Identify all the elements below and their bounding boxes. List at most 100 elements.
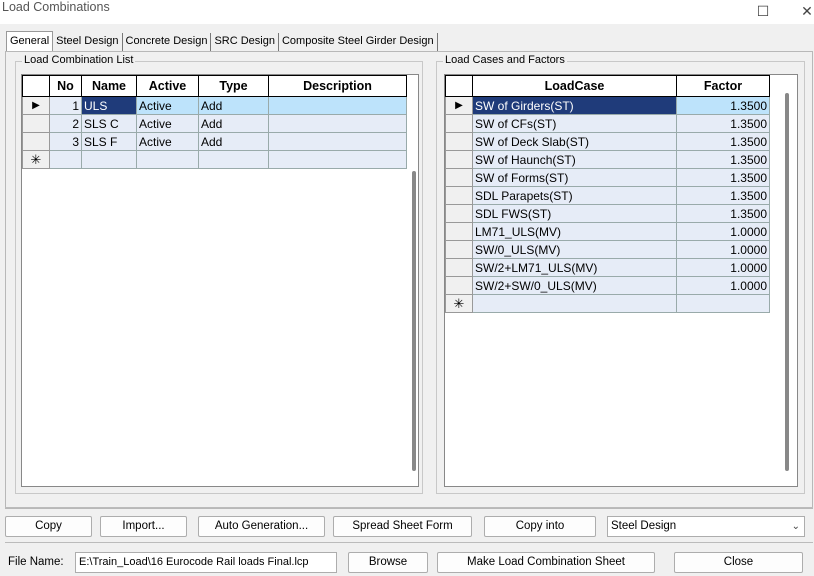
tab-composite-steel-girder-design[interactable]: Composite Steel Girder Design: [279, 33, 438, 51]
combo-active[interactable]: Active: [136, 132, 199, 151]
combo-grid-scrollbar[interactable]: [412, 171, 416, 471]
combo-active[interactable]: Active: [136, 96, 199, 115]
new-row-cell[interactable]: [198, 150, 269, 169]
table-row[interactable]: SW of CFs(ST) 1.3500: [445, 114, 770, 133]
table-row[interactable]: ▶ 1 ULS Active Add: [22, 96, 407, 115]
combo-no[interactable]: 1: [49, 96, 82, 115]
cases-header-loadcase[interactable]: LoadCase: [472, 75, 677, 97]
factor-cell[interactable]: 1.3500: [676, 132, 770, 151]
row-pointer-icon[interactable]: ▶: [445, 96, 473, 115]
new-row-cell[interactable]: [81, 150, 137, 169]
combo-no[interactable]: 2: [49, 114, 82, 133]
row-header[interactable]: [445, 132, 473, 151]
new-row[interactable]: ✳: [22, 150, 407, 169]
loadcase-cell[interactable]: SW of Girders(ST): [472, 96, 677, 115]
combo-header-name[interactable]: Name: [81, 75, 137, 97]
cases-header-factor[interactable]: Factor: [676, 75, 770, 97]
table-row[interactable]: SW of Deck Slab(ST) 1.3500: [445, 132, 770, 151]
loadcase-cell[interactable]: SW of Deck Slab(ST): [472, 132, 677, 151]
copy-into-button[interactable]: Copy into: [484, 516, 596, 537]
table-row[interactable]: 2 SLS C Active Add: [22, 114, 407, 133]
table-row[interactable]: LM71_ULS(MV) 1.0000: [445, 222, 770, 241]
factor-cell[interactable]: 1.3500: [676, 96, 770, 115]
factor-cell[interactable]: 1.3500: [676, 168, 770, 187]
tab-src-design[interactable]: SRC Design: [211, 33, 279, 51]
maximize-icon[interactable]: ☐: [748, 0, 778, 22]
row-header[interactable]: [445, 222, 473, 241]
combo-description[interactable]: [268, 96, 407, 115]
load-combination-grid[interactable]: No Name Active Type Description ▶ 1 ULS …: [21, 74, 419, 487]
combo-header-type[interactable]: Type: [198, 75, 269, 97]
new-row-cell[interactable]: [268, 150, 407, 169]
row-header[interactable]: [445, 114, 473, 133]
combo-active[interactable]: Active: [136, 114, 199, 133]
tab-concrete-design[interactable]: Concrete Design: [123, 33, 212, 51]
row-header[interactable]: [22, 114, 50, 133]
combo-type[interactable]: Add: [198, 132, 269, 151]
factor-cell[interactable]: 1.0000: [676, 240, 770, 259]
cases-grid-scrollbar[interactable]: [785, 93, 789, 471]
factor-cell[interactable]: 1.3500: [676, 204, 770, 223]
combo-no[interactable]: 3: [49, 132, 82, 151]
factor-cell[interactable]: 1.0000: [676, 258, 770, 277]
loadcase-cell[interactable]: LM71_ULS(MV): [472, 222, 677, 241]
table-row[interactable]: 3 SLS F Active Add: [22, 132, 407, 151]
new-row-cell[interactable]: [136, 150, 199, 169]
loadcase-cell[interactable]: SW/2+SW/0_ULS(MV): [472, 276, 677, 295]
loadcase-cell[interactable]: SDL Parapets(ST): [472, 186, 677, 205]
combo-name[interactable]: SLS F: [81, 132, 137, 151]
table-row[interactable]: ▶ SW of Girders(ST) 1.3500: [445, 96, 770, 115]
copy-into-target-select[interactable]: Steel Design ⌄: [607, 516, 805, 537]
new-row-cell[interactable]: [472, 294, 677, 313]
row-header[interactable]: [22, 132, 50, 151]
combo-type[interactable]: Add: [198, 114, 269, 133]
factor-cell[interactable]: 1.0000: [676, 276, 770, 295]
row-pointer-icon[interactable]: ▶: [22, 96, 50, 115]
copy-button[interactable]: Copy: [5, 516, 92, 537]
factor-cell[interactable]: 1.3500: [676, 114, 770, 133]
tab-steel-design[interactable]: Steel Design: [53, 33, 123, 51]
load-cases-grid[interactable]: LoadCase Factor ▶ SW of Girders(ST) 1.35…: [444, 74, 798, 487]
factor-cell[interactable]: 1.0000: [676, 222, 770, 241]
combo-description[interactable]: [268, 114, 407, 133]
loadcase-cell[interactable]: SW of Haunch(ST): [472, 150, 677, 169]
loadcase-cell[interactable]: SW/2+LM71_ULS(MV): [472, 258, 677, 277]
combo-type[interactable]: Add: [198, 96, 269, 115]
file-name-field[interactable]: E:\Train_Load\16 Eurocode Rail loads Fin…: [75, 552, 337, 573]
loadcase-cell[interactable]: SW of CFs(ST): [472, 114, 677, 133]
new-row-asterisk-icon[interactable]: ✳: [445, 294, 473, 313]
factor-cell[interactable]: 1.3500: [676, 150, 770, 169]
table-row[interactable]: SDL Parapets(ST) 1.3500: [445, 186, 770, 205]
row-header[interactable]: [445, 186, 473, 205]
table-row[interactable]: SW/0_ULS(MV) 1.0000: [445, 240, 770, 259]
new-row-cell[interactable]: [49, 150, 82, 169]
combo-header-no[interactable]: No: [49, 75, 82, 97]
factor-cell[interactable]: 1.3500: [676, 186, 770, 205]
tab-general[interactable]: General: [6, 31, 54, 51]
new-row[interactable]: ✳: [445, 294, 770, 313]
combo-name[interactable]: SLS C: [81, 114, 137, 133]
new-row-asterisk-icon[interactable]: ✳: [22, 150, 50, 169]
table-row[interactable]: SW of Forms(ST) 1.3500: [445, 168, 770, 187]
row-header[interactable]: [445, 204, 473, 223]
table-row[interactable]: SW/2+SW/0_ULS(MV) 1.0000: [445, 276, 770, 295]
combo-header-description[interactable]: Description: [268, 75, 407, 97]
chevron-down-icon[interactable]: ⌄: [792, 517, 800, 536]
browse-button[interactable]: Browse: [348, 552, 428, 573]
auto-generation-button[interactable]: Auto Generation...: [198, 516, 325, 537]
loadcase-cell[interactable]: SDL FWS(ST): [472, 204, 677, 223]
new-row-cell[interactable]: [676, 294, 770, 313]
table-row[interactable]: SDL FWS(ST) 1.3500: [445, 204, 770, 223]
row-header[interactable]: [445, 240, 473, 259]
import-button[interactable]: Import...: [100, 516, 187, 537]
table-row[interactable]: SW/2+LM71_ULS(MV) 1.0000: [445, 258, 770, 277]
row-header[interactable]: [445, 276, 473, 295]
spread-sheet-form-button[interactable]: Spread Sheet Form: [333, 516, 472, 537]
loadcase-cell[interactable]: SW/0_ULS(MV): [472, 240, 677, 259]
row-header[interactable]: [445, 168, 473, 187]
combo-name[interactable]: ULS: [81, 96, 137, 115]
close-window-icon[interactable]: ✕: [792, 0, 814, 22]
table-row[interactable]: SW of Haunch(ST) 1.3500: [445, 150, 770, 169]
combo-description[interactable]: [268, 132, 407, 151]
close-button[interactable]: Close: [674, 552, 803, 573]
